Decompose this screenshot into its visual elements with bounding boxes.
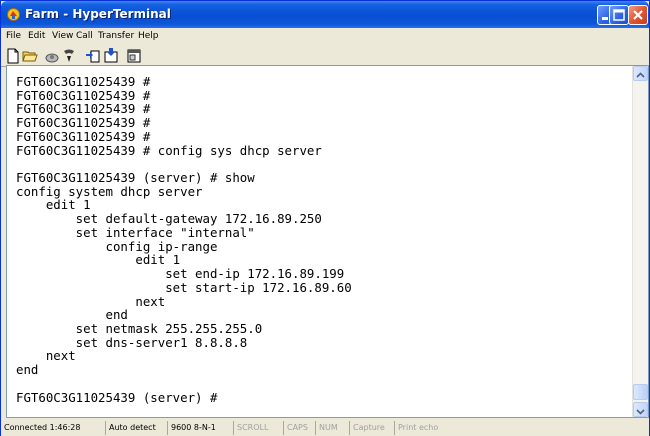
scroll-up-button[interactable] [633, 66, 648, 81]
status-settings: 9600 8-N-1 [167, 421, 233, 435]
terminal-output[interactable]: FGT60C3G11025439 # FGT60C3G11025439 # FG… [16, 75, 352, 404]
close-icon [633, 10, 643, 20]
scroll-down-icon [636, 409, 645, 415]
close-button[interactable] [628, 5, 648, 25]
status-bar: Connected 1:46:28 Auto detect 9600 8-N-1… [1, 420, 649, 436]
receive-icon[interactable] [103, 48, 119, 64]
send-icon[interactable] [85, 48, 101, 64]
status-scroll: SCROLL [233, 421, 283, 435]
disconnect-icon[interactable] [61, 48, 77, 64]
vertical-scrollbar[interactable] [632, 66, 648, 417]
toolbar [1, 46, 649, 67]
scroll-down-button[interactable] [633, 402, 648, 417]
hyperterminal-app-icon[interactable] [6, 7, 21, 22]
menu-file[interactable]: File [6, 31, 21, 41]
menu-edit[interactable]: Edit [28, 31, 45, 41]
hyperterminal-window: Farm - HyperTerminal File Edit View Call… [0, 0, 650, 436]
status-print-echo: Print echo [394, 421, 474, 435]
menu-call[interactable]: Call [76, 31, 93, 41]
status-detect: Auto detect [105, 421, 167, 435]
maximize-icon [613, 9, 625, 21]
new-connection-icon[interactable] [5, 48, 21, 64]
terminal-area[interactable]: FGT60C3G11025439 # FGT60C3G11025439 # FG… [6, 65, 649, 418]
scroll-thumb[interactable] [633, 384, 648, 400]
properties-icon[interactable] [126, 48, 142, 64]
call-icon[interactable] [44, 48, 60, 64]
maximize-button[interactable] [609, 5, 629, 25]
status-num: NUM [315, 421, 349, 435]
menu-transfer[interactable]: Transfer [98, 31, 134, 41]
open-icon[interactable] [22, 48, 38, 64]
menu-help[interactable]: Help [138, 31, 159, 41]
status-connected: Connected 1:46:28 [4, 423, 81, 432]
window-title: Farm - HyperTerminal [25, 7, 171, 21]
menu-bar: File Edit View Call Transfer Help [1, 28, 649, 46]
scroll-up-icon [636, 72, 645, 78]
status-caps: CAPS [283, 421, 315, 435]
status-capture: Capture [349, 421, 394, 435]
title-bar[interactable]: Farm - HyperTerminal [1, 1, 649, 28]
menu-view[interactable]: View [52, 31, 73, 41]
